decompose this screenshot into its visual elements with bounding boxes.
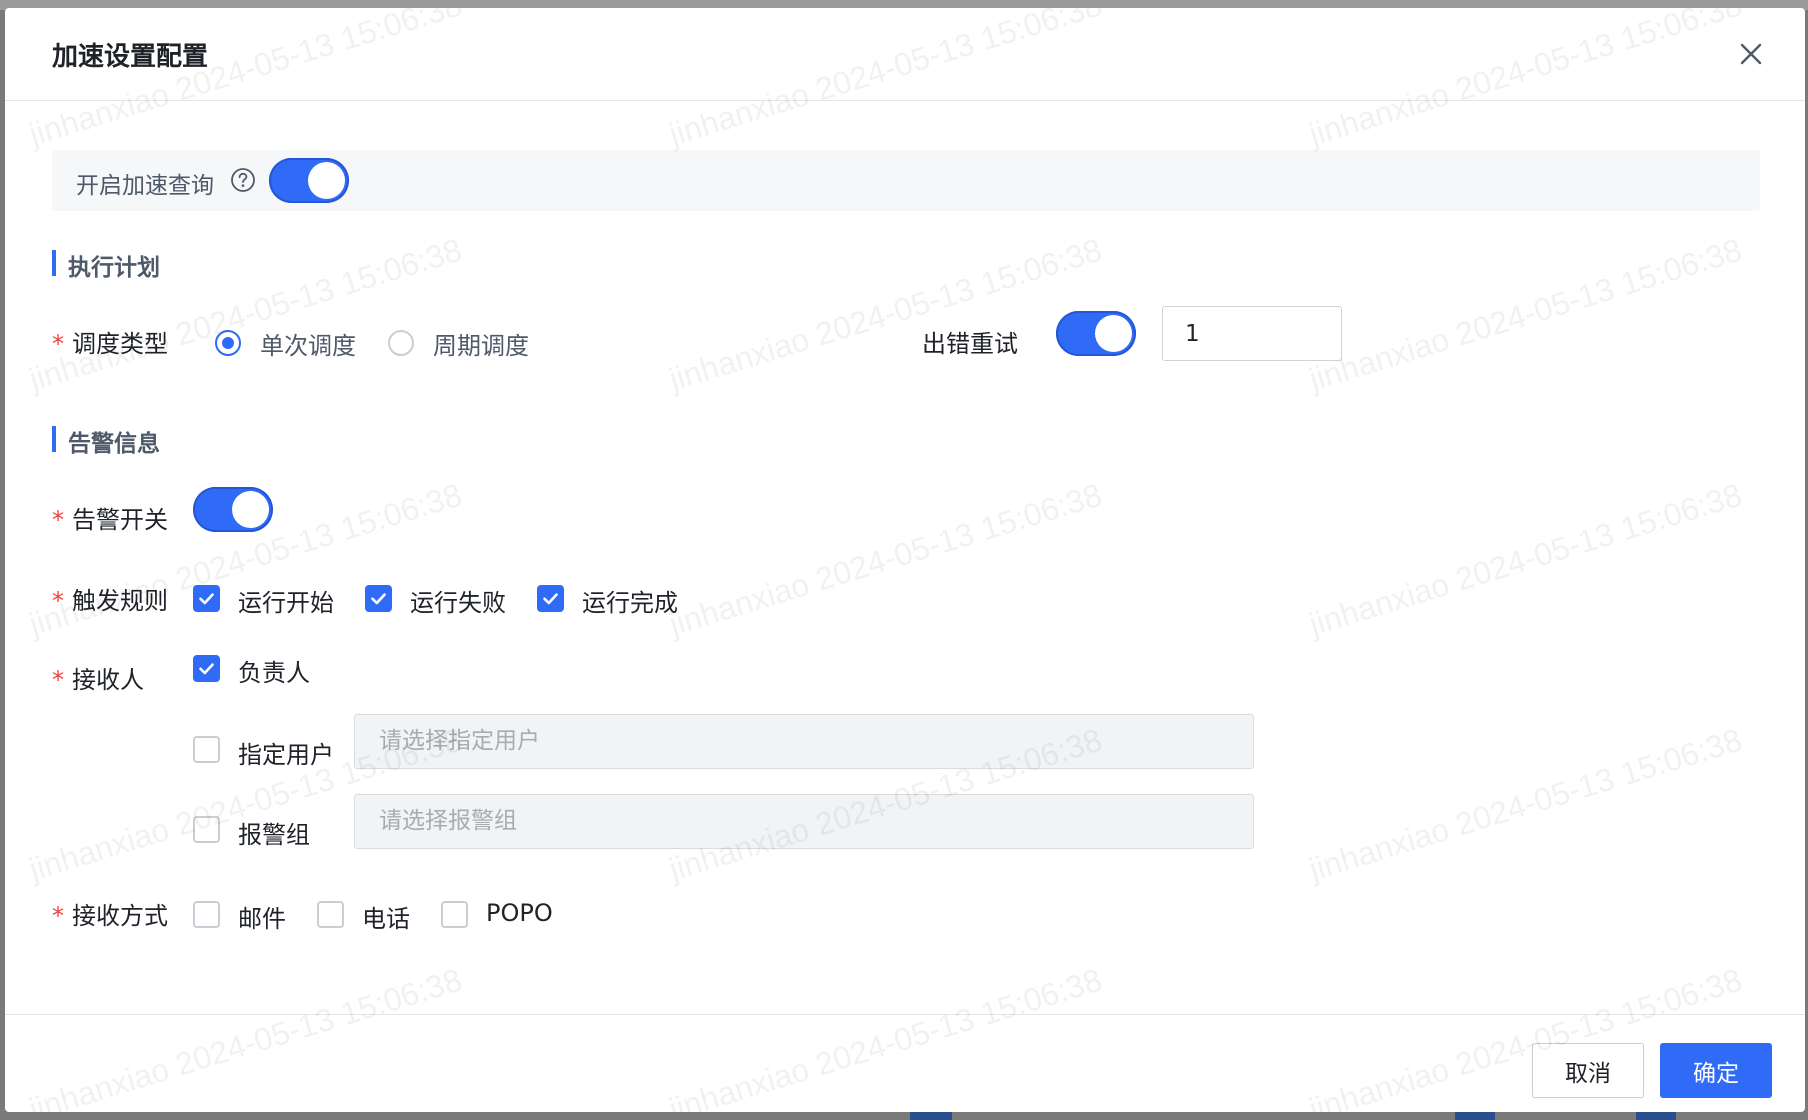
watermark: jinhanxiao 2024-05-13 15:06:38 [1305, 721, 1746, 888]
checkbox-run-complete-label[interactable]: 运行完成 [582, 583, 678, 618]
dialog-title: 加速设置配置 [52, 42, 209, 72]
required-mark: * [52, 506, 64, 534]
checkbox-run-failed[interactable] [365, 585, 392, 612]
checkbox-email[interactable] [193, 901, 220, 928]
check-icon [543, 593, 558, 605]
section-title-alert-info: 告警信息 [52, 424, 160, 458]
check-icon [371, 593, 386, 605]
section-title-execution-plan: 执行计划 [52, 248, 160, 282]
close-button[interactable] [1735, 38, 1767, 70]
recipients-label: * 接收人 [52, 666, 144, 694]
dialog-header: 加速设置配置 [5, 8, 1805, 101]
receive-methods-label: * 接收方式 [52, 902, 168, 930]
required-mark: * [52, 902, 64, 930]
alert-switch-label: * 告警开关 [52, 506, 168, 534]
toggle-knob [308, 162, 345, 199]
watermark: jinhanxiao 2024-05-13 15:06:38 [665, 231, 1106, 398]
alert-group-select[interactable]: 请选择报警组 [354, 794, 1254, 849]
checkbox-run-complete[interactable] [537, 585, 564, 612]
check-icon [199, 593, 214, 605]
help-icon[interactable] [230, 167, 256, 193]
close-icon [1740, 43, 1762, 65]
checkbox-owner-label[interactable]: 负责人 [238, 653, 310, 688]
checkbox-popo-label[interactable]: POPO [486, 899, 553, 927]
accelerate-settings-dialog: 加速设置配置 开启加速查询 执行计划 * 调度类型 单次调度 周期调度 出错重试 … [5, 8, 1805, 1112]
checkbox-run-failed-label[interactable]: 运行失败 [410, 583, 506, 618]
checkbox-popo[interactable] [441, 901, 468, 928]
checkbox-specified-user-label[interactable]: 指定用户 [238, 735, 334, 770]
dialog-footer: 取消 确定 [5, 1014, 1805, 1112]
retry-count-input[interactable] [1162, 306, 1342, 361]
schedule-type-label: * 调度类型 [52, 330, 168, 358]
watermark: jinhanxiao 2024-05-13 15:06:38 [1305, 231, 1746, 398]
required-mark: * [52, 587, 64, 615]
accelerate-query-bar: 开启加速查询 [52, 150, 1760, 211]
checkbox-owner[interactable] [193, 655, 220, 682]
checkbox-phone-label[interactable]: 电话 [362, 899, 410, 934]
checkbox-run-start-label[interactable]: 运行开始 [238, 583, 334, 618]
checkbox-phone[interactable] [317, 901, 344, 928]
radio-periodic-schedule-label[interactable]: 周期调度 [433, 326, 529, 361]
trigger-rules-label: * 触发规则 [52, 587, 168, 615]
required-mark: * [52, 330, 64, 358]
specified-user-select[interactable]: 请选择指定用户 [354, 714, 1254, 769]
checkbox-run-start[interactable] [193, 585, 220, 612]
alert-switch-toggle[interactable] [193, 487, 273, 532]
watermark: jinhanxiao 2024-05-13 15:06:38 [665, 476, 1106, 643]
required-mark: * [52, 666, 64, 694]
radio-single-schedule-label[interactable]: 单次调度 [260, 326, 356, 361]
watermark: jinhanxiao 2024-05-13 15:06:38 [1305, 476, 1746, 643]
toggle-knob [1095, 315, 1132, 352]
checkbox-alert-group-label[interactable]: 报警组 [238, 815, 310, 850]
confirm-button[interactable]: 确定 [1660, 1043, 1772, 1098]
accelerate-query-label: 开启加速查询 [76, 173, 214, 199]
radio-single-schedule[interactable] [215, 330, 241, 356]
checkbox-specified-user[interactable] [193, 736, 220, 763]
retry-on-error-toggle[interactable] [1056, 311, 1136, 356]
checkbox-email-label[interactable]: 邮件 [238, 899, 286, 934]
toggle-knob [232, 491, 269, 528]
radio-periodic-schedule[interactable] [388, 330, 414, 356]
accelerate-query-toggle[interactable] [269, 158, 349, 203]
retry-on-error-label: 出错重试 [922, 330, 1018, 358]
checkbox-alert-group[interactable] [193, 816, 220, 843]
cancel-button[interactable]: 取消 [1532, 1043, 1644, 1098]
check-icon [199, 663, 214, 675]
